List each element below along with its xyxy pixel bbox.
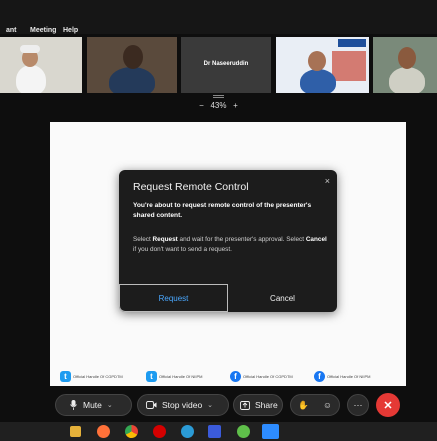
stop-video-button[interactable]: Stop video ⌄ [137,394,229,416]
footer-logo: f Official Handle Of NIIPM [314,369,371,383]
microphone-icon [70,400,77,410]
footer-logo-label: Official Handle Of NIIPM [159,373,203,379]
menu-item-help[interactable]: Help [63,27,78,34]
app-icon[interactable] [237,425,250,438]
reactions-icon[interactable]: ☺ [323,400,332,410]
footer-logo-label: Official Handle Of NIIPM [327,373,371,379]
footer-logo: f Official Handle Of CGPDTM [230,369,293,383]
raise-hand-icon[interactable]: ✋ [298,400,309,411]
share-screen-icon [240,400,250,410]
dialog-body-text: Select Request and wait for the presente… [133,236,327,253]
cancel-button[interactable]: Cancel [228,284,337,312]
chevron-down-icon[interactable]: ⌄ [207,401,213,409]
participant-head [398,47,416,69]
footer-logo: t Official Handle Of CGPDTM [60,369,123,383]
zoom-in-button[interactable]: + [233,101,238,110]
mute-label: Mute [83,400,102,410]
share-button[interactable]: Share [233,394,283,416]
participant-tile[interactable]: Dr Naseeruddin [181,37,271,93]
leave-meeting-button[interactable]: ✕ [376,393,400,417]
app-icon[interactable] [181,425,194,438]
twitter-icon: t [146,370,157,382]
meeting-toolbar: Mute ⌄ Stop video ⌄ Share ✋ ☺ ··· ✕ [0,390,437,420]
video-camera-icon [146,401,157,409]
zoom-out-button[interactable]: − [199,101,204,110]
resize-handle[interactable] [213,95,224,98]
dialog-title: Request Remote Control [133,181,249,193]
participant-head [308,51,326,71]
file-explorer-icon[interactable] [70,426,81,437]
chrome-icon[interactable] [125,425,138,438]
presentation-banner [332,51,366,81]
twitter-icon: t [60,370,71,382]
footer-logo-label: Official Handle Of CGPDTM [243,373,293,379]
dialog-lead-text: You're about to request remote control o… [133,202,312,219]
menu-bar: ant Meeting Help [0,0,437,34]
close-icon[interactable]: × [325,176,330,186]
firefox-icon[interactable] [97,425,110,438]
opera-icon[interactable] [153,425,166,438]
shared-footer-logos: t Official Handle Of CGPDTM t Official H… [60,369,400,383]
participant-tile[interactable] [373,37,437,93]
participant-tile[interactable] [0,37,82,93]
more-options-button[interactable]: ··· [347,394,369,416]
zoom-level: 43% [210,101,227,110]
request-button[interactable]: Request [119,284,228,312]
reactions-group: ✋ ☺ [290,394,340,416]
participant-figure [109,67,155,93]
os-taskbar [0,422,437,441]
logo-banner [338,39,366,47]
participant-figure [389,67,425,93]
footer-logo-label: Official Handle Of CGPDTM [73,373,123,379]
facebook-icon: f [230,370,241,382]
participant-tile[interactable] [87,37,177,93]
mute-button[interactable]: Mute ⌄ [55,394,132,416]
participant-figure [300,69,336,93]
participant-head [123,45,143,69]
menu-item-participant[interactable]: ant [6,27,17,34]
participant-figure [16,65,46,93]
stop-video-label: Stop video [162,400,203,410]
menu-item-meeting[interactable]: Meeting [30,27,56,34]
participant-cap [20,45,40,53]
share-label: Share [255,400,278,410]
app-icon[interactable] [208,425,221,438]
facebook-icon: f [314,370,325,382]
zoom-control: − 43% + [0,101,437,110]
footer-logo: t Official Handle Of NIIPM [146,369,203,383]
request-remote-control-dialog: Request Remote Control × You're about to… [119,170,337,312]
zoom-app-icon[interactable] [262,424,279,439]
participant-name: Dr Naseeruddin [203,61,249,67]
participant-tile[interactable] [276,37,369,93]
chevron-down-icon[interactable]: ⌄ [107,401,113,409]
